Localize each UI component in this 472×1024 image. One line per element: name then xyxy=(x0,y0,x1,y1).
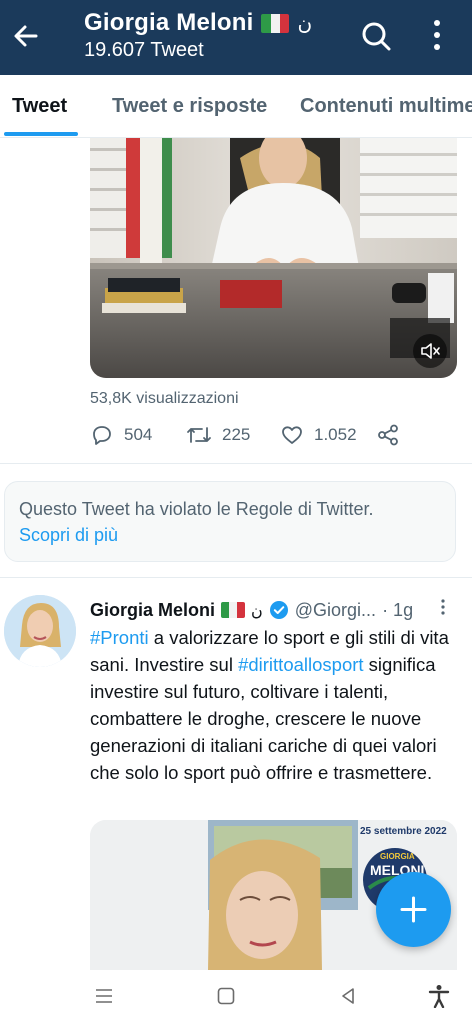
video-frame xyxy=(90,138,457,378)
accessibility-icon[interactable] xyxy=(428,984,450,1008)
name-suffix: ن xyxy=(297,11,313,35)
learn-more-link[interactable]: Scopri di più xyxy=(19,522,441,548)
author-handle: @Giorgi... xyxy=(294,599,377,620)
share-icon xyxy=(378,424,398,446)
poster-date: 25 settembre 2022 xyxy=(360,826,447,837)
retweet-count: 225 xyxy=(222,425,251,444)
mute-icon xyxy=(421,343,440,359)
verified-badge-icon xyxy=(269,601,288,619)
author-name[interactable]: Giorgia Meloni xyxy=(90,600,215,621)
divider xyxy=(0,463,472,464)
tweet-actions: 504 225 1.052 xyxy=(90,423,430,451)
italian-flag-icon xyxy=(261,13,290,33)
divider xyxy=(0,577,472,578)
retweet-icon xyxy=(187,427,211,443)
search-icon[interactable] xyxy=(360,20,392,52)
plus-icon xyxy=(400,896,427,923)
like-count: 1.052 xyxy=(314,425,357,444)
like-button[interactable]: 1.052 xyxy=(280,423,357,447)
recents-icon[interactable] xyxy=(94,986,114,1006)
italian-flag-icon xyxy=(221,602,246,618)
mute-button[interactable] xyxy=(413,334,447,368)
profile-name: Giorgia Meloni xyxy=(84,9,254,36)
avatar-image xyxy=(4,595,76,667)
home-icon[interactable] xyxy=(216,986,236,1006)
tab-tweet-e-risposte[interactable]: Tweet e risposte xyxy=(112,95,267,118)
profile-header: Giorgia Meloni ن 19.607 Tweet xyxy=(0,0,472,75)
tweet-video[interactable] xyxy=(90,138,457,378)
tweet-header: Giorgia Meloni ن @Giorgi... · 1g xyxy=(90,598,462,622)
heart-icon xyxy=(282,426,302,444)
tweet-text: #Pronti a valorizzare lo sport e gli sti… xyxy=(90,624,460,786)
tab-contenuti-multimediali[interactable]: Contenuti multimediali xyxy=(300,95,472,118)
tab-tweet[interactable]: Tweet xyxy=(12,95,67,118)
avatar[interactable] xyxy=(4,595,76,667)
hashtag-link[interactable]: #Pronti xyxy=(90,627,149,648)
more-vertical-icon[interactable] xyxy=(428,18,446,52)
profile-tabs: Tweet Tweet e risposte Contenuti multime… xyxy=(0,75,472,138)
tweet-timestamp: · 1g xyxy=(382,599,414,620)
header-titles: Giorgia Meloni ن 19.607 Tweet xyxy=(84,9,312,62)
share-button[interactable] xyxy=(376,423,400,447)
more-vertical-icon[interactable] xyxy=(440,598,446,616)
system-navigation-bar xyxy=(0,970,472,1024)
tweet-count: 19.607 Tweet xyxy=(84,39,204,61)
poster-brand-top: GIORGIA xyxy=(380,852,415,861)
back-arrow-icon[interactable] xyxy=(10,20,42,52)
retweet-button[interactable]: 225 xyxy=(186,423,250,447)
notice-text: Questo Tweet ha violato le Regole di Twi… xyxy=(19,499,374,519)
violation-notice: Questo Tweet ha violato le Regole di Twi… xyxy=(4,481,456,562)
hashtag-link[interactable]: #dirittoallosport xyxy=(238,654,363,675)
back-icon[interactable] xyxy=(338,986,358,1006)
reply-count: 504 xyxy=(124,425,153,444)
view-count: 53,8K visualizzazioni xyxy=(90,390,239,407)
author-name-suffix: ن xyxy=(251,600,263,620)
reply-icon xyxy=(93,426,111,445)
reply-button[interactable]: 504 xyxy=(90,423,152,447)
active-tab-indicator xyxy=(4,132,78,136)
compose-tweet-button[interactable] xyxy=(376,872,451,947)
